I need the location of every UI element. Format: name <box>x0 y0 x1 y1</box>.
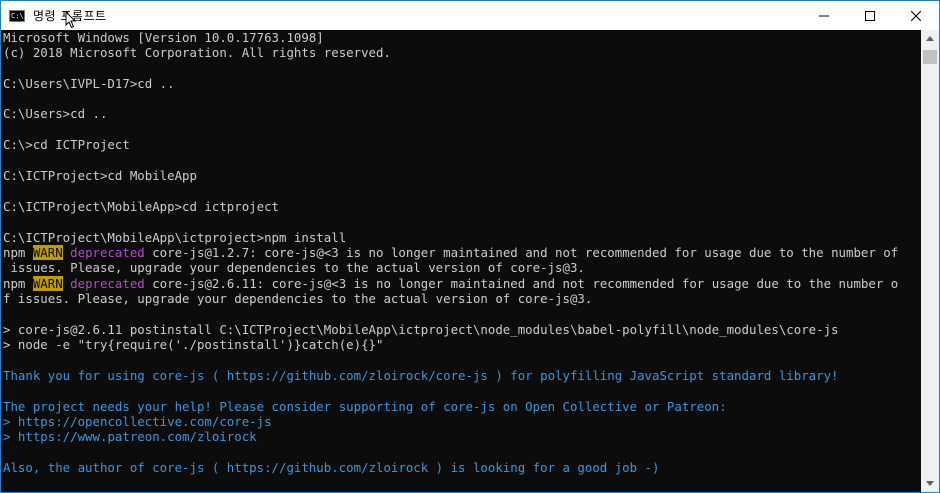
console-line: Microsoft Windows [Version 10.0.17763.10… <box>3 30 324 45</box>
console-line: > node -e "try{require('./postinstall')}… <box>3 337 384 352</box>
warn-message: core-js@1.2.7: core-js@<3 is no longer m… <box>144 245 899 260</box>
console-link-line: > https://www.patreon.com/zloirock <box>3 429 257 444</box>
deprecated-label: deprecated <box>70 245 145 260</box>
npm-label: npm <box>3 276 33 291</box>
npm-label: npm <box>3 245 33 260</box>
opencollective-link[interactable]: https://opencollective.com/core-js <box>18 414 272 429</box>
console-line: (c) 2018 Microsoft Corporation. All righ… <box>3 45 391 60</box>
link-prefix: > <box>3 414 18 429</box>
window-controls <box>801 1 939 30</box>
console-line: > core-js@2.6.11 postinstall C:\ICTProje… <box>3 322 839 337</box>
console-line: C:\ICTProject\MobileApp>cd ictproject <box>3 199 280 214</box>
cmd-icon: C:\ <box>9 9 25 22</box>
mouse-cursor-icon <box>65 11 77 29</box>
maximize-icon <box>865 10 875 21</box>
console-line: C:\ICTProject\MobileApp\ictproject>npm i… <box>3 230 347 245</box>
warn-badge: WARN <box>32 245 63 260</box>
console-output[interactable]: Microsoft Windows [Version 10.0.17763.10… <box>1 30 921 492</box>
scroll-up-arrow-icon <box>926 36 934 41</box>
minimize-button[interactable] <box>801 1 847 30</box>
deprecated-label: deprecated <box>70 276 145 291</box>
console-line: Also, the author of core-js ( https://gi… <box>3 460 660 475</box>
console-line: C:\Users>cd .. <box>3 106 108 121</box>
console-line-npm-warn: npm WARN deprecated core-js@1.2.7: core-… <box>3 245 898 260</box>
scroll-down-button[interactable] <box>921 475 939 492</box>
console-link-line: > https://opencollective.com/core-js <box>3 414 272 429</box>
console-line: f issues. Please, upgrade your dependenc… <box>3 291 593 306</box>
cmd-window: C:\ 명령 프롬프트 Microsoft Windows [Version 1… <box>0 0 940 493</box>
warn-message: core-js@2.6.11: core-js@<3 is no longer … <box>144 276 899 291</box>
close-icon <box>911 10 921 21</box>
console-line: C:\>cd ICTProject <box>3 137 130 152</box>
console-line: Thank you for using core-js ( https://gi… <box>3 368 839 383</box>
patreon-link[interactable]: https://www.patreon.com/zloirock <box>18 429 257 444</box>
close-button[interactable] <box>893 1 939 30</box>
title-bar[interactable]: C:\ 명령 프롬프트 <box>1 1 939 30</box>
link-prefix: > <box>3 429 18 444</box>
maximize-button[interactable] <box>847 1 893 30</box>
scroll-down-arrow-icon <box>926 481 934 486</box>
console-line: C:\ICTProject>cd MobileApp <box>3 168 197 183</box>
scroll-up-button[interactable] <box>921 30 939 47</box>
scrollbar-thumb[interactable] <box>923 50 937 64</box>
console-line-npm-warn: npm WARN deprecated core-js@2.6.11: core… <box>3 276 898 291</box>
console-line: issues. Please, upgrade your dependencie… <box>3 260 585 275</box>
console-line: The project needs your help! Please cons… <box>3 399 727 414</box>
warn-badge: WARN <box>32 276 63 291</box>
vertical-scrollbar[interactable] <box>921 30 939 492</box>
minimize-icon <box>819 15 829 16</box>
console-line: C:\Users\IVPL-D17>cd .. <box>3 76 175 91</box>
